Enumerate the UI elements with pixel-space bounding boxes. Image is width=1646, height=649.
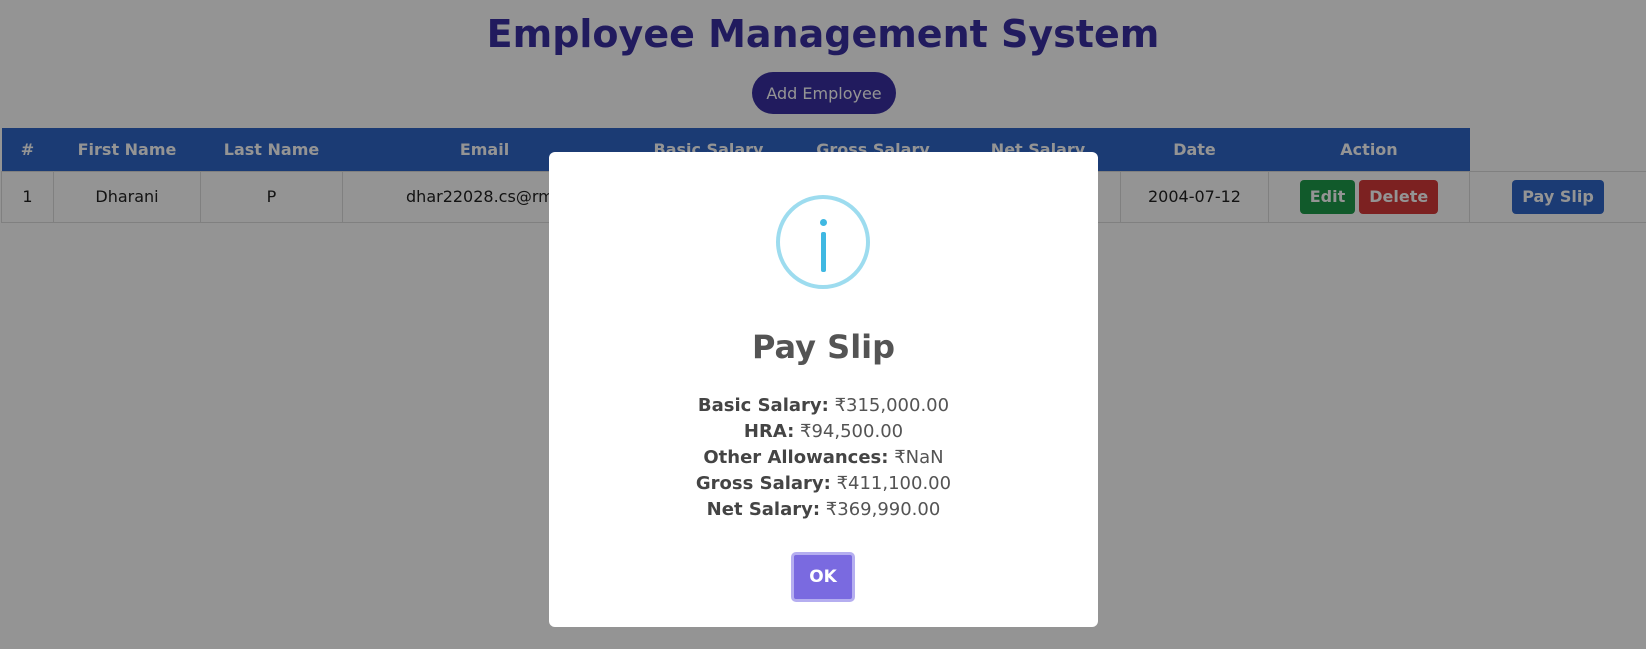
detail-label: HRA: [743, 421, 795, 442]
detail-value: ₹411,100.00 [836, 473, 952, 494]
detail-hra: HRA: ₹94,500.00 [549, 419, 1098, 445]
detail-value: ₹NaN [894, 447, 944, 468]
detail-value: ₹369,990.00 [825, 499, 941, 520]
pay-slip-dialog: Pay Slip Basic Salary: ₹315,000.00 HRA: … [549, 152, 1098, 627]
detail-value: ₹94,500.00 [800, 421, 904, 442]
detail-basic-salary: Basic Salary: ₹315,000.00 [549, 393, 1098, 419]
detail-value: ₹315,000.00 [834, 395, 950, 416]
detail-label: Basic Salary: [697, 395, 829, 416]
pay-slip-details: Basic Salary: ₹315,000.00 HRA: ₹94,500.0… [549, 393, 1098, 523]
detail-other-allowances: Other Allowances: ₹NaN [549, 445, 1098, 471]
detail-net-salary: Net Salary: ₹369,990.00 [549, 497, 1098, 523]
detail-label: Gross Salary: [695, 473, 831, 494]
detail-gross-salary: Gross Salary: ₹411,100.00 [549, 471, 1098, 497]
info-icon-dot [820, 219, 827, 226]
info-icon [776, 195, 870, 289]
detail-label: Other Allowances: [703, 447, 889, 468]
page: Employee Management System Add Employee … [0, 0, 1646, 649]
ok-button[interactable]: OK [791, 552, 855, 602]
dialog-title: Pay Slip [751, 328, 896, 366]
detail-label: Net Salary: [706, 499, 821, 520]
info-icon-bar [821, 232, 826, 272]
